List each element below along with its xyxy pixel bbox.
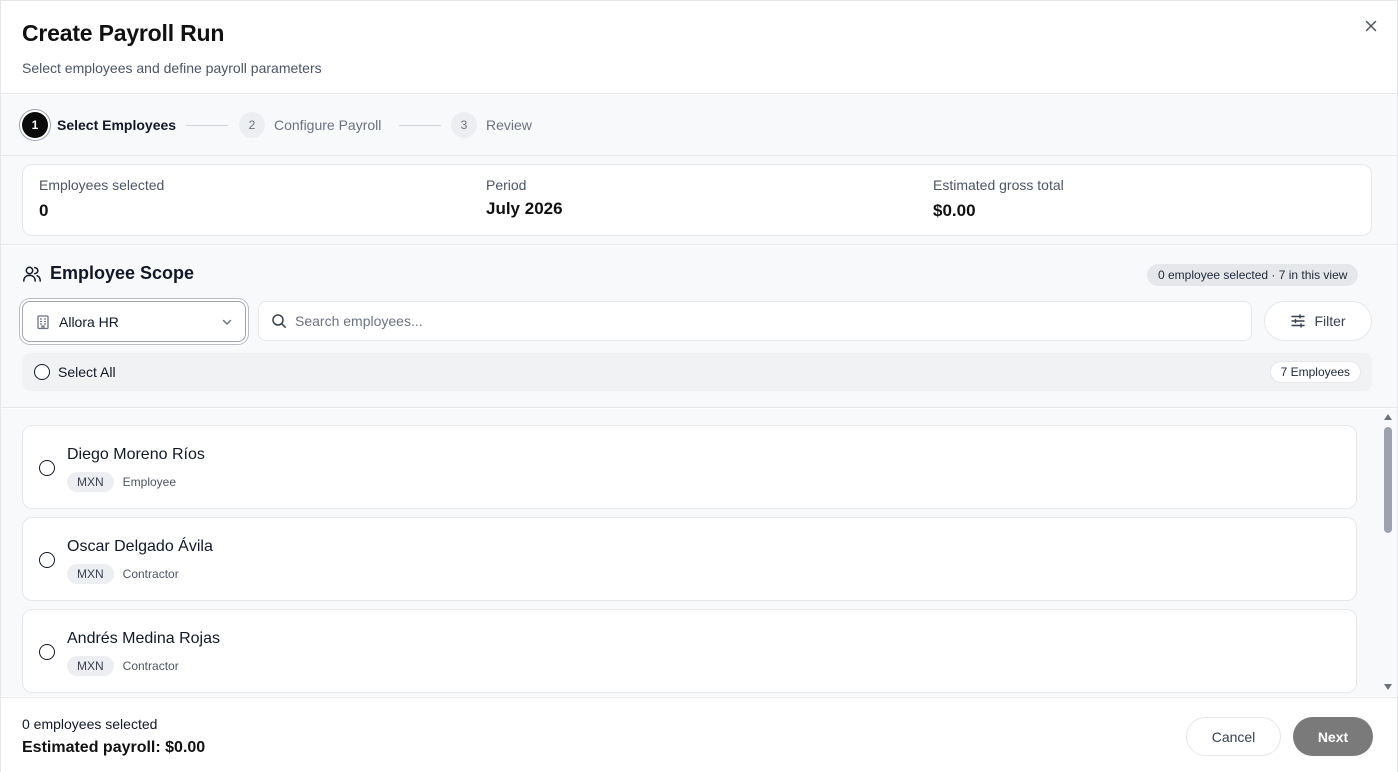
list-scrollbar[interactable] <box>1381 409 1395 696</box>
currency-pill: MXN <box>67 656 114 676</box>
step-configure-payroll[interactable]: 2 Configure Payroll <box>239 109 381 141</box>
currency-pill: MXN <box>67 564 114 584</box>
employee-list: Diego Moreno Ríos MXN Employee Oscar Del… <box>1 409 1397 696</box>
building-icon <box>37 314 49 329</box>
scroll-up-icon[interactable] <box>1384 413 1392 421</box>
employee-radio[interactable] <box>39 644 55 660</box>
employee-radio[interactable] <box>39 460 55 476</box>
search-input[interactable] <box>295 313 1225 329</box>
stat-label: Period <box>486 177 527 193</box>
dialog-footer: 0 employees selected Estimated payroll: … <box>1 697 1397 772</box>
company-select-value: Allora HR <box>59 313 119 330</box>
summary-section: Employees selected 0 Period July 2026 Es… <box>1 156 1397 245</box>
users-icon <box>23 266 41 282</box>
employee-name: Oscar Delgado Ávila <box>67 538 213 555</box>
footer-estimated-payroll: Estimated payroll: $0.00 <box>22 739 206 756</box>
step-label: Review <box>486 117 532 133</box>
employee-radio[interactable] <box>39 552 55 568</box>
step-review[interactable]: 3 Review <box>451 109 532 141</box>
stat-value: 0 <box>39 201 49 220</box>
sliders-icon <box>1291 314 1306 328</box>
employee-scope-section: Employee Scope 0 employee selected · 7 i… <box>1 246 1397 408</box>
close-button[interactable] <box>1359 14 1383 38</box>
employee-name: Andrés Medina Rojas <box>67 630 220 647</box>
stepper: 1 Select Employees 2 Configure Payroll 3… <box>1 95 1397 156</box>
select-all-row: Select All 7 Employees <box>22 353 1372 391</box>
footer-selected-count: 0 employees selected <box>22 716 158 732</box>
filter-label: Filter <box>1314 313 1346 329</box>
scope-heading: Employee Scope <box>22 263 194 284</box>
cancel-button[interactable]: Cancel <box>1186 717 1281 756</box>
employee-card[interactable]: Oscar Delgado Ávila MXN Contractor <box>22 517 1357 601</box>
stat-label: Employees selected <box>39 177 165 193</box>
employee-meta: MXN Employee <box>67 472 176 492</box>
step-connector <box>399 125 441 126</box>
selection-status-badge: 0 employee selected · 7 in this view <box>1147 264 1359 286</box>
currency-pill: MXN <box>67 472 114 492</box>
employee-type: Contractor <box>122 567 179 581</box>
period-stat: Period July 2026 <box>486 177 563 219</box>
create-payroll-run-dialog: Create Payroll Run Select employees and … <box>0 0 1398 772</box>
step-number: 3 <box>451 112 477 138</box>
close-icon <box>1365 20 1377 32</box>
scroll-down-icon[interactable] <box>1384 683 1392 691</box>
dialog-subtitle: Select employees and define payroll para… <box>22 60 322 76</box>
filter-button[interactable]: Filter <box>1264 301 1372 341</box>
stat-value: $0.00 <box>933 201 976 220</box>
dialog-title: Create Payroll Run <box>22 20 225 46</box>
gross-total-stat: Estimated gross total $0.00 <box>933 177 1064 221</box>
step-number: 2 <box>239 112 265 138</box>
step-connector <box>186 125 228 126</box>
employee-meta: MXN Contractor <box>67 564 179 584</box>
select-all-radio[interactable] <box>34 364 50 380</box>
company-select[interactable]: Allora HR <box>22 301 246 342</box>
step-label: Select Employees <box>57 117 177 133</box>
step-select-employees[interactable]: 1 Select Employees <box>22 109 176 141</box>
step-label: Configure Payroll <box>274 117 382 133</box>
employee-count-badge: 7 Employees <box>1269 361 1361 383</box>
employees-selected-stat: Employees selected 0 <box>39 177 164 221</box>
stat-label: Estimated gross total <box>933 177 1064 193</box>
summary-card: Employees selected 0 Period July 2026 Es… <box>22 164 1372 236</box>
search-icon <box>272 314 286 328</box>
employee-card[interactable]: Andrés Medina Rojas MXN Contractor <box>22 609 1357 693</box>
search-box <box>258 301 1252 341</box>
dialog-header: Create Payroll Run Select employees and … <box>1 1 1397 94</box>
employee-card[interactable]: Diego Moreno Ríos MXN Employee <box>22 425 1357 509</box>
select-all-label[interactable]: Select All <box>58 364 116 380</box>
next-button[interactable]: Next <box>1293 717 1373 756</box>
chevron-down-icon <box>222 319 232 325</box>
employee-type: Employee <box>122 475 177 489</box>
scroll-thumb[interactable] <box>1384 427 1392 533</box>
step-number: 1 <box>22 112 48 138</box>
employee-meta: MXN Contractor <box>67 656 179 676</box>
employee-type: Contractor <box>122 659 179 673</box>
stat-value: July 2026 <box>486 199 563 218</box>
scope-title: Employee Scope <box>50 263 195 283</box>
employee-name: Diego Moreno Ríos <box>67 446 205 463</box>
